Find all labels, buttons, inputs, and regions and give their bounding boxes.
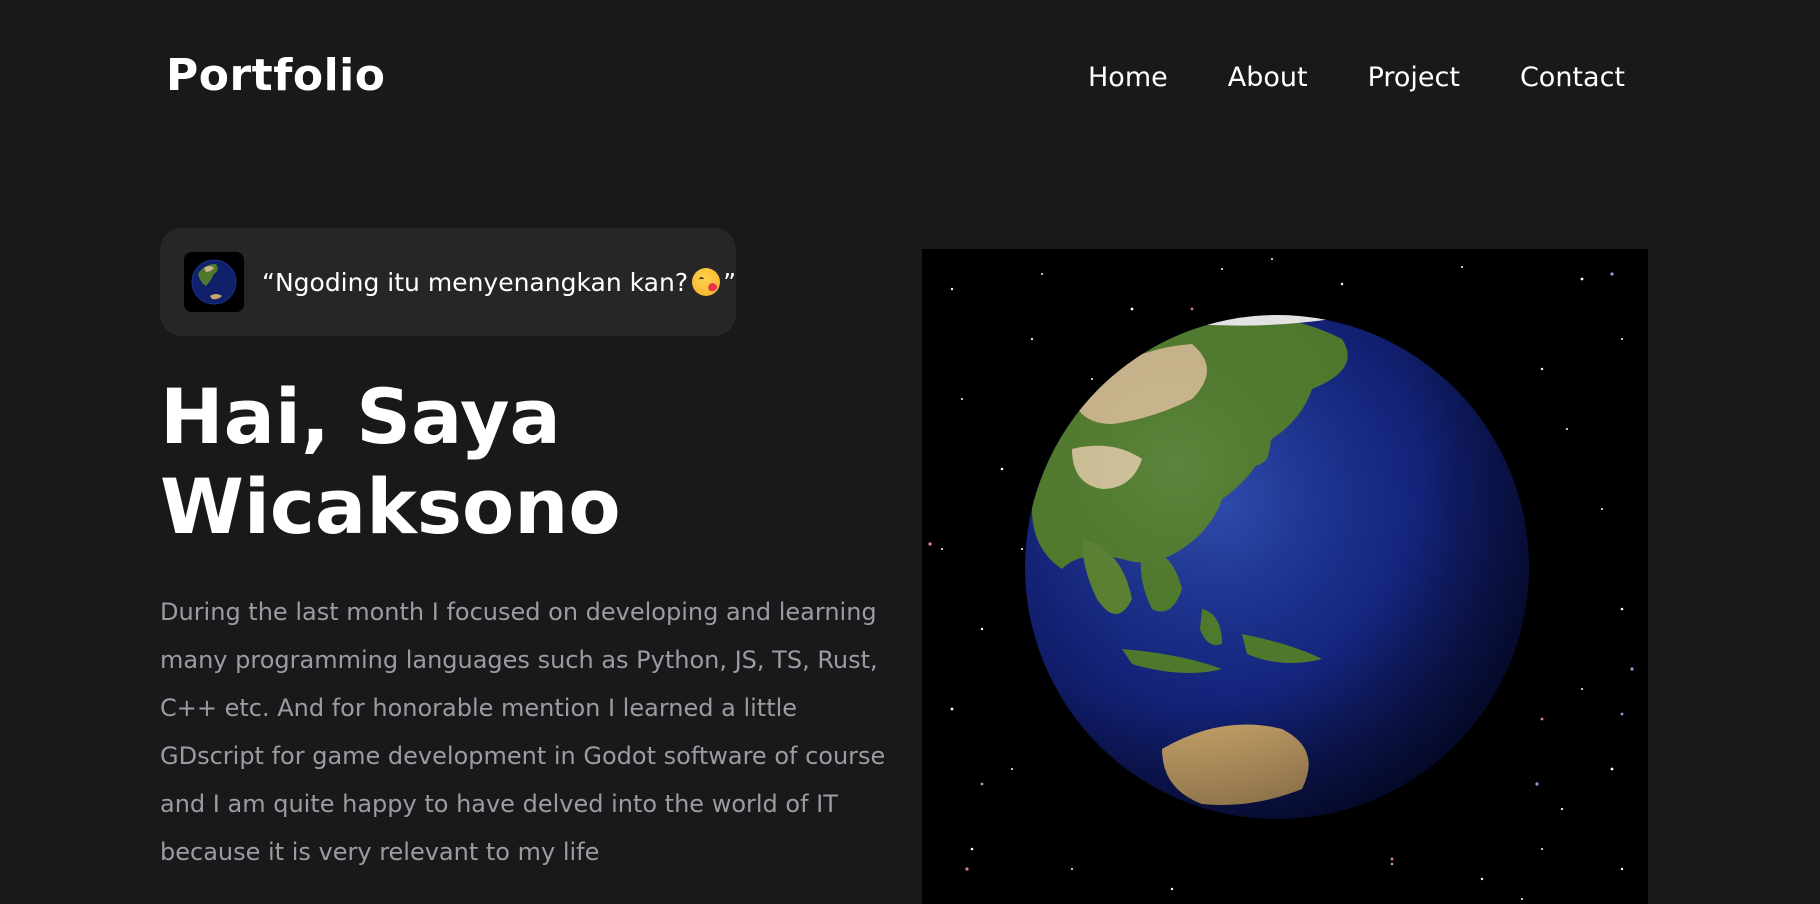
nav-contact-link[interactable]: Contact (1520, 62, 1625, 93)
hero-title: Hai, Saya Wicaksono (160, 372, 860, 552)
quote-text: “Ngoding itu menyenangkan kan? ” (262, 267, 737, 297)
hero-description: During the last month I focused on devel… (160, 598, 886, 866)
quote-badge: “Ngoding itu menyenangkan kan? ” (160, 228, 736, 336)
nav-about-link[interactable]: About (1228, 62, 1308, 93)
brand-logo[interactable]: Portfolio (166, 50, 385, 101)
main-nav: Home About Project Contact (1088, 62, 1625, 93)
hero-title-line2: Wicaksono (160, 462, 621, 551)
quote-text-main: “Ngoding itu menyenangkan kan? (262, 267, 689, 297)
earth-globe-image (922, 249, 1648, 904)
kiss-emoji-icon (692, 267, 721, 296)
earth-globe-icon (928, 258, 1634, 900)
quote-close-mark: ” (723, 267, 737, 297)
hero-title-line1: Hai, Saya (160, 372, 561, 461)
globe-thumbnail-icon (184, 252, 244, 312)
nav-project-link[interactable]: Project (1368, 62, 1460, 93)
nav-home-link[interactable]: Home (1088, 62, 1168, 93)
site-header: Portfolio Home About Project Contact (0, 0, 1820, 160)
